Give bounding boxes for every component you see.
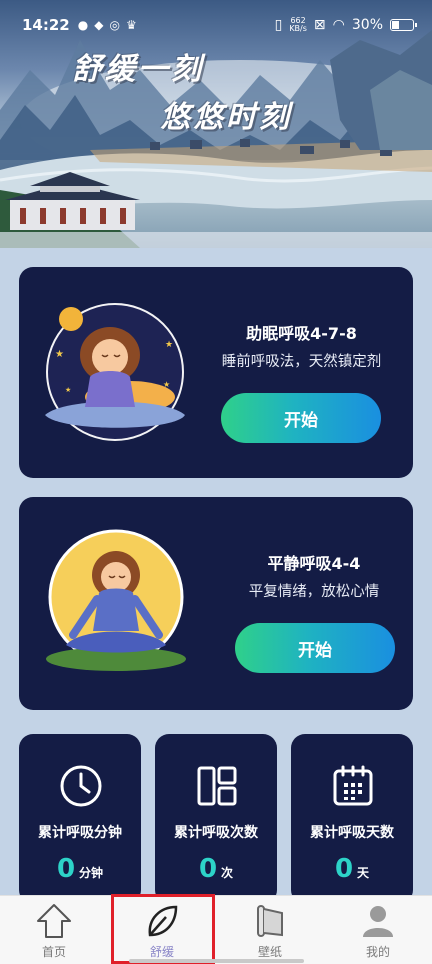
bottom-navigation: 首页 舒缓 壁纸 我的 — [0, 895, 432, 964]
crown-icon: ♛ — [125, 18, 137, 32]
app-notification-icon: ● — [77, 18, 89, 32]
card-title: 平静呼吸4-4 — [267, 554, 361, 573]
stat-label: 累计呼吸分钟 — [38, 825, 122, 841]
nav-item-home[interactable]: 首页 — [0, 896, 108, 964]
leaf-icon — [148, 905, 178, 937]
hero-title-line2: 悠悠时刻 — [160, 100, 292, 135]
nav-item-profile[interactable]: 我的 — [324, 896, 432, 964]
battery-icon — [390, 19, 417, 31]
nav-label: 首页 — [41, 945, 66, 959]
home-indicator — [129, 959, 304, 963]
stat-card-count: 累计呼吸次数 0次 — [155, 734, 277, 904]
wifi-icon: ◠ — [332, 17, 345, 33]
scroll-icon — [257, 905, 283, 937]
battery-percent: 30% — [351, 17, 383, 33]
user-icon — [363, 906, 393, 937]
home-icon — [37, 904, 71, 938]
stat-card-days: 累计呼吸天数 0天 — [291, 734, 413, 904]
nav-label: 舒缓 — [149, 945, 174, 959]
card-subtitle: 睡前呼吸法，天然镇定剂 — [221, 354, 382, 370]
stat-card-minutes: 累计呼吸分钟 0 分钟 — [19, 734, 141, 904]
stat-value: 0 — [334, 854, 354, 884]
breathing-card-sleep[interactable]: ★ ★ ★ ★ 助眠呼吸4-7-8 睡前呼吸法，天然镇定剂 开始 — [19, 267, 413, 478]
sleeping-girl-illustration: ★ ★ ★ ★ — [45, 303, 185, 441]
app-notification-icon: ◆ — [94, 18, 104, 32]
svg-text:★: ★ — [165, 340, 173, 350]
vibrate-icon: ▯ — [274, 17, 283, 33]
breathing-card-calm[interactable]: 平静呼吸4-4 平复情绪，放松心情 开始 — [19, 497, 413, 710]
start-button[interactable]: 开始 — [235, 623, 395, 673]
svg-text:★: ★ — [55, 349, 64, 360]
card-subtitle: 平复情绪，放松心情 — [248, 584, 380, 600]
nav-item-wallpaper[interactable]: 壁纸 — [216, 896, 324, 964]
nav-item-relax[interactable]: 舒缓 — [108, 896, 216, 964]
svg-text:★: ★ — [65, 386, 71, 394]
sim-off-icon: ⊠ — [313, 17, 326, 33]
network-speed: 662 KB/s — [289, 16, 307, 33]
start-button[interactable]: 开始 — [221, 393, 381, 443]
hero-title-line1: 舒缓一刻 — [72, 52, 204, 87]
app-notification-icon: ◎ — [109, 18, 120, 32]
calendar-icon — [333, 765, 373, 806]
stat-unit: 次 — [221, 866, 234, 880]
stat-label: 累计呼吸天数 — [310, 825, 394, 841]
stat-unit: 分钟 — [79, 866, 104, 880]
nav-label: 壁纸 — [257, 945, 282, 959]
meditating-girl-illustration — [46, 529, 186, 671]
nav-label: 我的 — [365, 945, 390, 959]
stat-label: 累计呼吸次数 — [174, 825, 258, 841]
layout-grid-icon — [197, 766, 237, 806]
clock-icon — [60, 765, 102, 807]
status-bar: 14:22 ● ◆ ◎ ♛ ▯ 662 KB/s ⊠ ◠ 30% — [0, 0, 432, 50]
status-time: 14:22 — [22, 16, 70, 34]
card-title: 助眠呼吸4-7-8 — [246, 324, 357, 343]
stat-unit: 天 — [357, 866, 370, 880]
stat-value: 0 — [56, 854, 76, 884]
stat-value: 0 — [198, 854, 218, 884]
